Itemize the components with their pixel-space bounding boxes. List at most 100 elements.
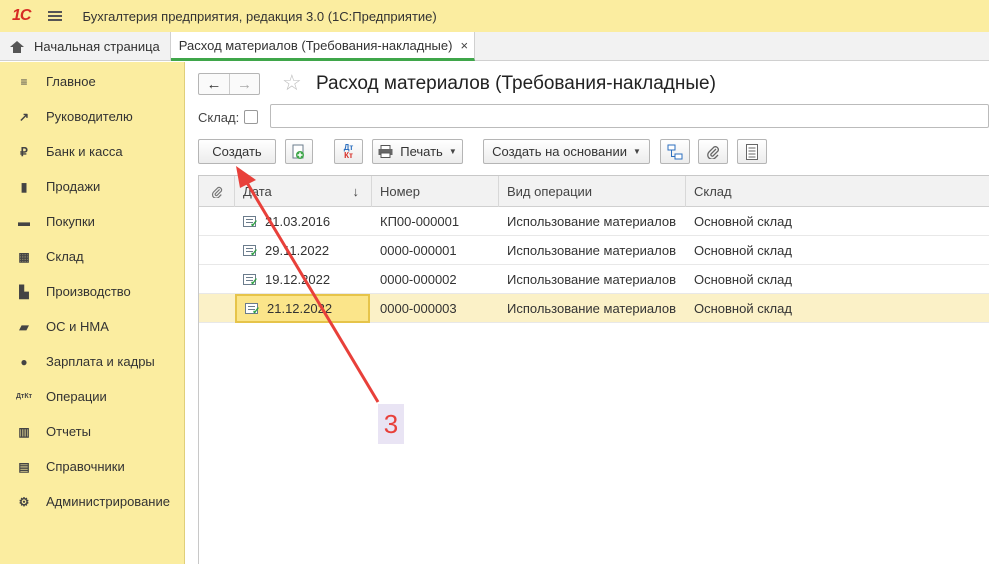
column-header-operation[interactable]: Вид операции	[499, 176, 686, 207]
factory-icon: ▙	[19, 284, 29, 299]
operation-cell: Использование материалов	[507, 243, 677, 258]
sidebar-item-label: Администрирование	[46, 494, 170, 509]
sklad-filter-input[interactable]	[270, 104, 989, 128]
sidebar-item-fixed-assets[interactable]: ▰ ОС и НМА	[0, 309, 184, 344]
sklad-cell: Основной склад	[694, 243, 792, 258]
posted-document-icon	[243, 245, 258, 259]
copy-add-icon	[292, 144, 304, 159]
sidebar-item-salary[interactable]: ● Зарплата и кадры	[0, 344, 184, 379]
list-icon	[746, 143, 758, 160]
sidebar-item-label: Покупки	[46, 214, 95, 229]
app-title: Бухгалтерия предприятия, редакция 3.0 (1…	[82, 8, 437, 24]
sidebar-item-main[interactable]: ≡ Главное	[0, 64, 184, 99]
hamburger-icon[interactable]	[48, 11, 63, 21]
cart-icon: ▬	[18, 214, 30, 229]
posted-document-icon	[245, 303, 260, 317]
dt-kt-button[interactable]: Дт Кт	[334, 139, 363, 164]
sidebar-item-admin[interactable]: ⚙ Администрирование	[0, 484, 184, 519]
sidebar-item-label: Банк и касса	[46, 144, 123, 159]
date-value: 21.03.2016	[265, 214, 331, 229]
bag-icon: ▮	[20, 179, 28, 194]
print-button[interactable]: Печать ▼	[372, 139, 463, 164]
sklad-filter-checkbox[interactable]	[244, 110, 258, 124]
column-header-number[interactable]: Номер	[372, 176, 499, 207]
annotation-step-label: 3	[378, 404, 404, 444]
back-arrow-icon[interactable]: ←	[199, 74, 229, 94]
app-logo: 1С	[12, 7, 31, 24]
table-row-selected[interactable]: 21.12.2022 0000-000003 Использование мат…	[199, 294, 989, 323]
sidebar-item-manager[interactable]: ↗ Руководителю	[0, 99, 184, 134]
sidebar-item-purchases[interactable]: ▬ Покупки	[0, 204, 184, 239]
tab-home-label: Начальная страница	[34, 39, 160, 54]
sidebar-item-bank[interactable]: ₽ Банк и касса	[0, 134, 184, 169]
table-row[interactable]: 21.03.2016 КП00-000001 Использование мат…	[199, 207, 989, 236]
bar-chart-icon: ▥	[18, 424, 30, 439]
trend-icon: ↗	[18, 109, 30, 124]
column-header-date[interactable]: Дата ↓	[235, 176, 372, 207]
home-icon	[10, 40, 24, 53]
person-icon: ●	[20, 354, 28, 369]
operation-cell: Использование материалов	[507, 214, 677, 229]
sidebar-item-label: Производство	[46, 284, 131, 299]
attach-button[interactable]	[698, 139, 728, 164]
sidebar-item-label: ОС и НМА	[46, 319, 109, 334]
sidebar-item-warehouse[interactable]: ▦ Склад	[0, 239, 184, 274]
attachment-column-header[interactable]	[199, 176, 235, 207]
table-row[interactable]: 19.12.2022 0000-000002 Использование мат…	[199, 265, 989, 294]
documents-table: Дата ↓ Номер Вид операции Склад 21.03.20…	[198, 175, 989, 564]
create-based-on-label: Создать на основании	[492, 144, 627, 159]
chevron-down-icon: ▼	[632, 147, 641, 156]
sklad-filter-label: Склад:	[198, 110, 240, 125]
tab-active-document[interactable]: Расход материалов (Требования-накладные)…	[170, 32, 476, 61]
sidebar-item-reports[interactable]: ▥ Отчеты	[0, 414, 184, 449]
sklad-cell: Основной склад	[694, 272, 792, 287]
number-cell: 0000-000002	[380, 272, 457, 287]
sidebar-item-label: Справочники	[46, 459, 125, 474]
truck-icon: ▰	[19, 319, 29, 334]
tab-bar: Начальная страница Расход материалов (Тр…	[0, 32, 989, 61]
sidebar-item-label: Зарплата и кадры	[46, 354, 155, 369]
date-cell: 29.11.2022	[235, 236, 372, 265]
sidebar-item-label: Главное	[46, 74, 96, 89]
list-settings-button[interactable]	[737, 139, 767, 164]
sidebar-item-label: Продажи	[46, 179, 101, 194]
number-cell: КП00-000001	[380, 214, 460, 229]
paperclip-icon	[707, 145, 719, 159]
printer-icon	[378, 145, 393, 158]
tab-home[interactable]: Начальная страница	[0, 32, 171, 61]
date-cell: 19.12.2022	[235, 265, 372, 294]
structure-button[interactable]	[660, 139, 690, 164]
title-bar: 1С Бухгалтерия предприятия, редакция 3.0…	[0, 0, 989, 32]
forward-arrow-icon[interactable]: →	[228, 74, 259, 94]
sklad-cell: Основной склад	[694, 301, 792, 316]
table-header: Дата ↓ Номер Вид операции Склад	[199, 176, 989, 207]
create-based-on-button[interactable]: Создать на основании ▼	[483, 139, 650, 164]
sort-arrow-icon: ↓	[352, 184, 360, 199]
posted-document-icon	[243, 216, 258, 230]
sklad-cell: Основной склад	[694, 214, 792, 229]
kt-label: Кт	[344, 150, 353, 160]
date-value: 29.11.2022	[265, 243, 330, 258]
number-cell: 0000-000003	[380, 301, 457, 316]
structure-icon	[667, 144, 683, 159]
chevron-down-icon: ▼	[448, 147, 457, 156]
number-cell: 0000-000001	[380, 243, 457, 258]
page-title: Расход материалов (Требования-накладные)	[316, 73, 716, 94]
sidebar-item-catalogs[interactable]: ▤ Справочники	[0, 449, 184, 484]
sidebar-item-production[interactable]: ▙ Производство	[0, 274, 184, 309]
create-button[interactable]: Создать	[198, 139, 276, 164]
print-label: Печать	[400, 144, 443, 159]
operation-cell: Использование материалов	[507, 272, 677, 287]
star-icon[interactable]: ☆	[282, 70, 302, 96]
table-row[interactable]: 29.11.2022 0000-000001 Использование мат…	[199, 236, 989, 265]
close-icon[interactable]: ×	[460, 38, 468, 53]
sidebar-item-sales[interactable]: ▮ Продажи	[0, 169, 184, 204]
sidebar-item-label: Склад	[46, 249, 84, 264]
sidebar-item-label: Операции	[46, 389, 107, 404]
column-header-sklad[interactable]: Склад	[686, 176, 989, 207]
paperclip-icon	[211, 186, 222, 198]
operation-cell: Использование материалов	[507, 301, 677, 316]
copy-button[interactable]	[285, 139, 313, 164]
posted-document-icon	[243, 274, 258, 288]
sidebar-item-operations[interactable]: ДтКт Операции	[0, 379, 184, 414]
